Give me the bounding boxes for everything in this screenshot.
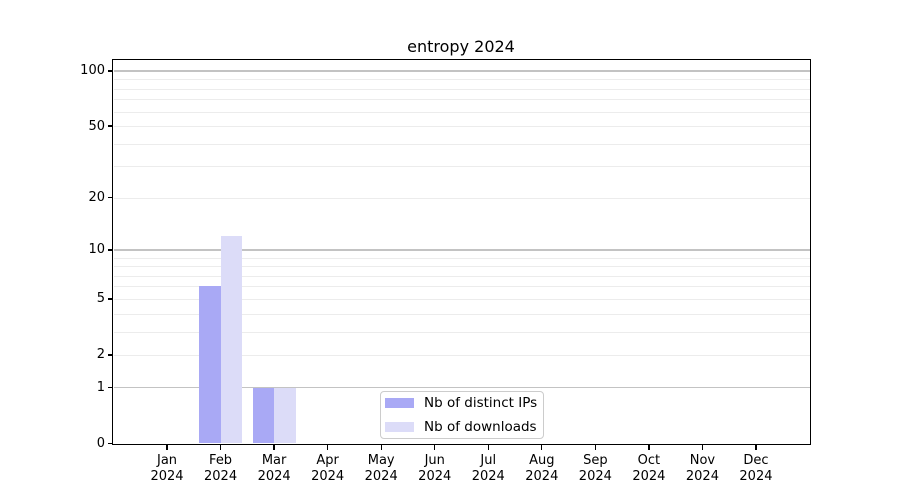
- x-tick: [219, 445, 222, 450]
- chart-figure: entropy 2024 0 1 2 5 10 20 50 100 Jan 2024 Feb 20…: [0, 0, 900, 500]
- y-tick-label: 5: [96, 291, 105, 307]
- y-tick-label: 2: [96, 347, 105, 363]
- x-tick: [701, 445, 704, 450]
- x-tick: [541, 445, 543, 450]
- y-tick-label: 50: [88, 118, 105, 134]
- x-tick-label: Dec 2024: [739, 453, 773, 484]
- legend-swatch-downloads: [385, 422, 414, 432]
- y-tick-label: 1: [96, 380, 105, 396]
- legend-label-distinct-ips: Nb of distinct IPs: [424, 394, 538, 411]
- y-tick-label: 20: [88, 190, 105, 206]
- y-tick: [108, 70, 113, 72]
- y-tick: [108, 442, 113, 445]
- y-tick-label: 100: [80, 63, 105, 79]
- chart-title: entropy 2024: [407, 37, 515, 56]
- x-tick: [594, 445, 596, 450]
- x-tick: [380, 445, 382, 450]
- legend: Nb of distinct IPs Nb of downloads: [380, 391, 544, 439]
- y-tick: [108, 354, 113, 356]
- y-tick: [108, 249, 113, 251]
- y-tick: [108, 197, 113, 199]
- x-tick: [166, 445, 168, 450]
- y-tick-label: 0: [96, 436, 105, 451]
- y-tick: [108, 386, 113, 389]
- y-tick: [108, 125, 113, 127]
- legend-item-distinct-ips: Nb of distinct IPs: [385, 395, 543, 412]
- x-tick: [648, 445, 650, 450]
- x-tick: [487, 445, 489, 450]
- x-tick: [434, 445, 436, 450]
- x-tick: [327, 445, 329, 450]
- x-tick: [755, 445, 757, 450]
- legend-label-downloads: Nb of downloads: [424, 418, 537, 435]
- legend-item-downloads: Nb of downloads: [385, 419, 543, 436]
- y-tick: [108, 298, 113, 300]
- legend-swatch-distinct-ips: [385, 398, 414, 408]
- y-tick-label: 10: [88, 242, 105, 258]
- x-tick: [273, 445, 275, 450]
